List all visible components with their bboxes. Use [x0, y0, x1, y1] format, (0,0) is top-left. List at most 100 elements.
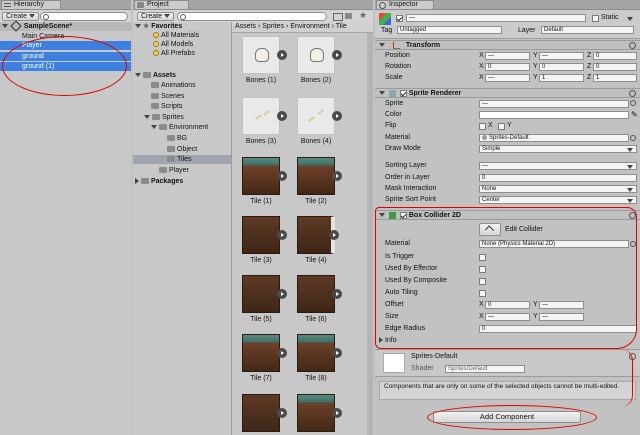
breadcrumb-item[interactable]: Tile	[336, 23, 347, 30]
flip-x-checkbox[interactable]	[479, 123, 486, 130]
folder-object[interactable]: Object	[133, 145, 231, 154]
asset-bones-1[interactable]: Bones (1)	[236, 36, 287, 84]
sprite-field[interactable]: —	[479, 100, 629, 108]
asset-bones-3[interactable]: Bones (3)	[236, 97, 287, 145]
asset-tile-partial[interactable]	[291, 394, 342, 432]
tile-thumbnail	[297, 334, 342, 372]
gear-icon[interactable]	[629, 90, 636, 97]
hierarchy-search-input[interactable]	[40, 12, 128, 21]
shader-dropdown[interactable]: Sprites/Default	[445, 365, 525, 373]
scale-x-field[interactable]: —	[485, 74, 530, 82]
mask-interaction-dropdown[interactable]: None	[479, 185, 637, 193]
expand-asset-icon[interactable]	[277, 171, 287, 181]
folder-icon	[137, 2, 144, 8]
breadcrumb-item[interactable]: Sprites	[262, 23, 284, 30]
folder-environment[interactable]: Environment	[133, 123, 231, 132]
breadcrumb-item[interactable]: Environment	[290, 23, 329, 30]
object-name-field[interactable]: —	[406, 14, 586, 22]
project-create-button[interactable]: Create	[137, 12, 174, 21]
expand-asset-icon[interactable]	[332, 50, 342, 60]
rotation-y-field[interactable]: 0	[539, 63, 584, 71]
packages-header[interactable]: Packages	[133, 177, 231, 186]
tag-dropdown[interactable]: Untagged	[397, 26, 502, 34]
position-x-field[interactable]: —	[485, 52, 530, 60]
scene-row[interactable]: SampleScene*	[0, 20, 131, 32]
transform-header[interactable]: Transform	[375, 40, 640, 50]
rotation-x-field[interactable]: 0	[485, 63, 530, 71]
active-checkbox[interactable]	[396, 15, 403, 22]
position-z-field[interactable]: 0	[593, 52, 637, 60]
expand-asset-icon[interactable]	[332, 111, 342, 121]
assets-header[interactable]: Assets	[133, 71, 231, 80]
expand-asset-icon[interactable]	[277, 289, 287, 299]
asset-tile-6[interactable]: Tile (6)	[291, 275, 342, 323]
expand-asset-icon[interactable]	[277, 111, 287, 121]
breadcrumb-item[interactable]: Assets	[235, 23, 256, 30]
tile-thumbnail	[297, 216, 339, 254]
asset-tile-8[interactable]: Tile (8)	[291, 334, 342, 382]
asset-bones-4[interactable]: Bones (4)	[291, 97, 342, 145]
asset-tile-partial[interactable]	[236, 394, 287, 432]
hierarchy-create-button[interactable]: Create	[2, 12, 39, 21]
sprite-renderer-enabled-checkbox[interactable]	[399, 89, 407, 97]
favorites-header[interactable]: ★ Favorites	[133, 22, 231, 31]
layer-dropdown[interactable]: Default	[541, 26, 634, 34]
grid-scrollbar[interactable]	[367, 33, 373, 435]
expand-asset-icon[interactable]	[332, 171, 342, 181]
static-checkbox[interactable]	[592, 15, 599, 22]
position-y-field[interactable]: —	[539, 52, 584, 60]
folder-bg[interactable]: BG	[133, 134, 231, 143]
filter-by-type-icon[interactable]	[333, 13, 343, 21]
flip-y-checkbox[interactable]	[498, 123, 505, 130]
asset-tile-7[interactable]: Tile (7)	[236, 334, 287, 382]
asset-tile-3[interactable]: Tile (3)	[236, 216, 287, 264]
dropdown-arrow-icon	[627, 199, 633, 203]
tab-project[interactable]: Project	[134, 0, 189, 9]
expand-asset-icon[interactable]	[277, 408, 287, 418]
folder-tiles[interactable]: Tiles	[133, 155, 231, 164]
folder-animations[interactable]: Animations	[133, 81, 231, 90]
scale-y-field[interactable]: 1	[539, 74, 584, 82]
eyedropper-icon[interactable]: ✎	[631, 110, 638, 119]
asset-tile-5[interactable]: Tile (5)	[236, 275, 287, 323]
folder-scenes[interactable]: Scenes	[133, 92, 231, 101]
rotation-z-field[interactable]: 0	[593, 63, 637, 71]
static-label: Static	[601, 14, 619, 21]
draw-mode-dropdown[interactable]: Simple	[479, 145, 637, 153]
expand-asset-icon[interactable]	[277, 230, 287, 240]
object-picker-icon[interactable]	[630, 100, 636, 106]
expand-asset-icon[interactable]	[332, 289, 342, 299]
sorting-layer-dropdown[interactable]: —	[479, 162, 637, 170]
asset-tile-2[interactable]: Tile (2)	[291, 157, 342, 205]
star-icon[interactable]: ★	[359, 10, 367, 21]
search-icon	[180, 14, 186, 20]
expand-asset-icon[interactable]	[332, 408, 342, 418]
tab-hierarchy[interactable]: Hierarchy	[1, 0, 61, 9]
object-picker-icon[interactable]	[630, 135, 636, 141]
search-icon	[43, 14, 49, 20]
project-search-input[interactable]	[177, 12, 327, 21]
order-in-layer-field[interactable]: 0	[479, 174, 637, 182]
folder-scripts[interactable]: Scripts	[133, 102, 231, 111]
folder-sprites[interactable]: Sprites	[133, 113, 231, 122]
tab-inspector[interactable]: Inspector	[376, 0, 434, 9]
expand-asset-icon[interactable]	[332, 348, 342, 358]
folder-player[interactable]: Player	[133, 166, 231, 175]
asset-tile-4[interactable]: Tile (4)	[291, 216, 341, 264]
expand-asset-icon[interactable]	[277, 348, 287, 358]
favorites-item-prefabs[interactable]: All Prefabs	[133, 49, 231, 58]
sprite-sort-point-dropdown[interactable]: Center	[479, 196, 637, 204]
sprite-renderer-header[interactable]: Sprite Renderer	[375, 88, 640, 98]
material-field[interactable]: Sprites-Default	[479, 134, 629, 142]
gear-icon[interactable]	[629, 42, 636, 49]
asset-bones-2[interactable]: Bones (2)	[291, 36, 342, 84]
color-field[interactable]	[479, 111, 629, 119]
filter-by-label-icon[interactable]	[345, 13, 352, 19]
favorites-item-materials[interactable]: All Materials	[133, 31, 231, 40]
asset-tile-1[interactable]: Tile (1)	[236, 157, 287, 205]
expand-asset-icon[interactable]	[277, 50, 287, 60]
expand-asset-icon[interactable]	[329, 230, 339, 240]
static-dropdown-icon[interactable]	[627, 17, 633, 21]
favorites-item-models[interactable]: All Models	[133, 40, 231, 49]
scale-z-field[interactable]: 1	[593, 74, 637, 82]
